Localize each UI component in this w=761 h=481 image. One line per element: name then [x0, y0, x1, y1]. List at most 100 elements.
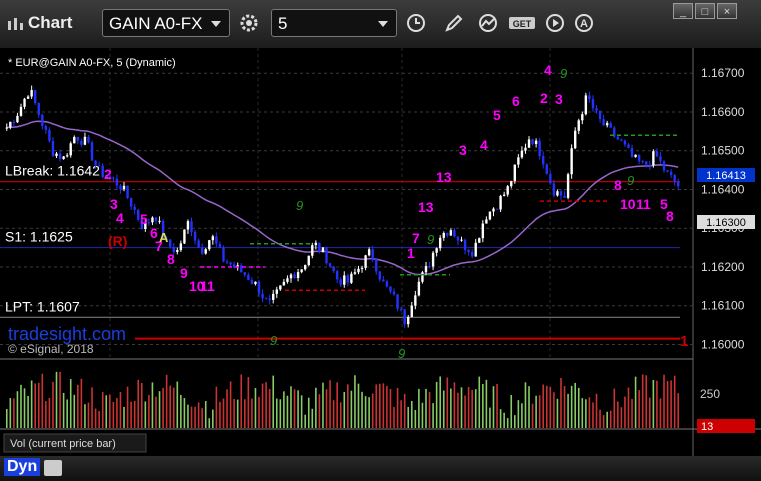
level-label: LBreak: 1.1642	[5, 163, 100, 179]
gear-icon[interactable]	[235, 9, 263, 37]
candle-body	[666, 170, 669, 172]
candle-body	[69, 143, 72, 156]
candle-body	[360, 267, 364, 269]
candle-body	[517, 157, 520, 165]
symbol-select[interactable]: GAIN A0-FX	[102, 9, 230, 37]
candle-body	[513, 164, 517, 182]
chart-style-icon[interactable]	[474, 9, 502, 37]
candle-body	[499, 195, 502, 210]
candle-body	[637, 154, 641, 162]
candle-body	[364, 255, 367, 268]
candle-body	[389, 286, 392, 292]
minimize-icon[interactable]: _	[673, 3, 693, 19]
candle-body	[215, 236, 218, 244]
candle-body	[197, 240, 200, 248]
candle-body	[538, 140, 541, 157]
candle-body	[609, 123, 612, 128]
candle-body	[296, 272, 300, 279]
candle-body	[261, 293, 264, 299]
close-icon[interactable]: ×	[717, 3, 737, 19]
y-tick-label: 1.16100	[701, 299, 745, 313]
candle-body	[641, 161, 644, 163]
price-chart[interactable]: LBreak: 1.1642S1: 1.1625LPT: 1.1607 234 5…	[0, 48, 761, 478]
candle-body	[502, 194, 506, 196]
candle-body	[328, 263, 332, 267]
clock-icon[interactable]	[402, 9, 430, 37]
candle-body	[602, 119, 605, 126]
candle-body	[648, 164, 652, 166]
lock-icon[interactable]	[44, 460, 62, 476]
candle-body	[268, 298, 271, 300]
candle-body	[506, 186, 509, 195]
symbol-value: GAIN A0-FX	[109, 14, 203, 33]
watermark-site: tradesight.com	[8, 324, 126, 344]
candle-body	[12, 121, 16, 123]
candle-body	[353, 272, 357, 274]
restore-icon[interactable]: □	[695, 3, 715, 19]
candle-body	[30, 90, 33, 97]
td-count-label: 4	[544, 62, 552, 78]
candle-body	[33, 90, 37, 104]
candle-body	[350, 273, 353, 283]
pencil-icon[interactable]	[440, 9, 468, 37]
td-count-label: 8	[614, 177, 622, 193]
marker-label: A	[159, 230, 169, 245]
td-setup-label: 9	[627, 173, 634, 188]
candle-body	[318, 242, 321, 252]
td-count-label: 9	[180, 265, 188, 281]
candle-body	[673, 175, 676, 182]
candle-body	[76, 136, 80, 141]
candle-body	[478, 238, 481, 243]
candle-body	[300, 269, 303, 273]
td-count-label: 3	[459, 142, 467, 158]
svg-text:Vol (current price bar): Vol (current price bar)	[10, 438, 116, 450]
candle-body	[314, 242, 318, 246]
candle-body	[282, 281, 286, 286]
annotation-icon[interactable]: A	[570, 9, 598, 37]
candle-body	[186, 221, 190, 230]
candle-body	[627, 144, 630, 148]
candle-body	[623, 140, 627, 145]
td-count-label: 3	[555, 91, 563, 107]
td-setup-label: 9	[560, 66, 567, 81]
candle-body	[44, 125, 48, 130]
td-count-label: 6	[512, 93, 520, 109]
candle-body	[51, 140, 55, 157]
candle-body	[119, 185, 122, 190]
candle-body	[62, 156, 65, 160]
dynamic-label[interactable]: Dyn	[4, 458, 41, 476]
play-icon[interactable]	[541, 9, 569, 37]
candle-body	[588, 95, 591, 100]
candle-body	[41, 114, 44, 126]
candle-body	[449, 230, 453, 236]
interval-select[interactable]: 5	[271, 9, 397, 37]
candle-body	[367, 249, 371, 256]
candle-body	[307, 255, 310, 266]
candle-body	[325, 247, 328, 264]
candle-body	[410, 305, 413, 317]
candle-body	[5, 127, 8, 129]
candle-body	[474, 242, 477, 257]
candle-body	[311, 245, 314, 256]
y-tick-label: 1.16500	[701, 144, 745, 158]
candle-body	[133, 206, 136, 210]
candle-body	[470, 252, 474, 257]
candle-body	[460, 239, 463, 241]
candle-body	[438, 237, 442, 249]
candle-body	[179, 243, 183, 251]
candle-body	[37, 103, 40, 115]
candle-body	[225, 261, 229, 263]
td-count-label: 2	[104, 166, 112, 182]
chevron-down-icon	[378, 21, 388, 27]
candle-body	[286, 278, 289, 282]
get-icon[interactable]: GET	[507, 9, 537, 37]
candle-body	[570, 148, 573, 175]
candle-body	[659, 156, 662, 162]
candle-body	[481, 223, 485, 239]
candle-body	[414, 295, 417, 306]
candle-body	[293, 274, 296, 279]
td-count-label: 11	[636, 196, 651, 212]
candle-body	[581, 114, 584, 121]
candle-body	[332, 266, 335, 272]
candle-body	[655, 151, 659, 157]
